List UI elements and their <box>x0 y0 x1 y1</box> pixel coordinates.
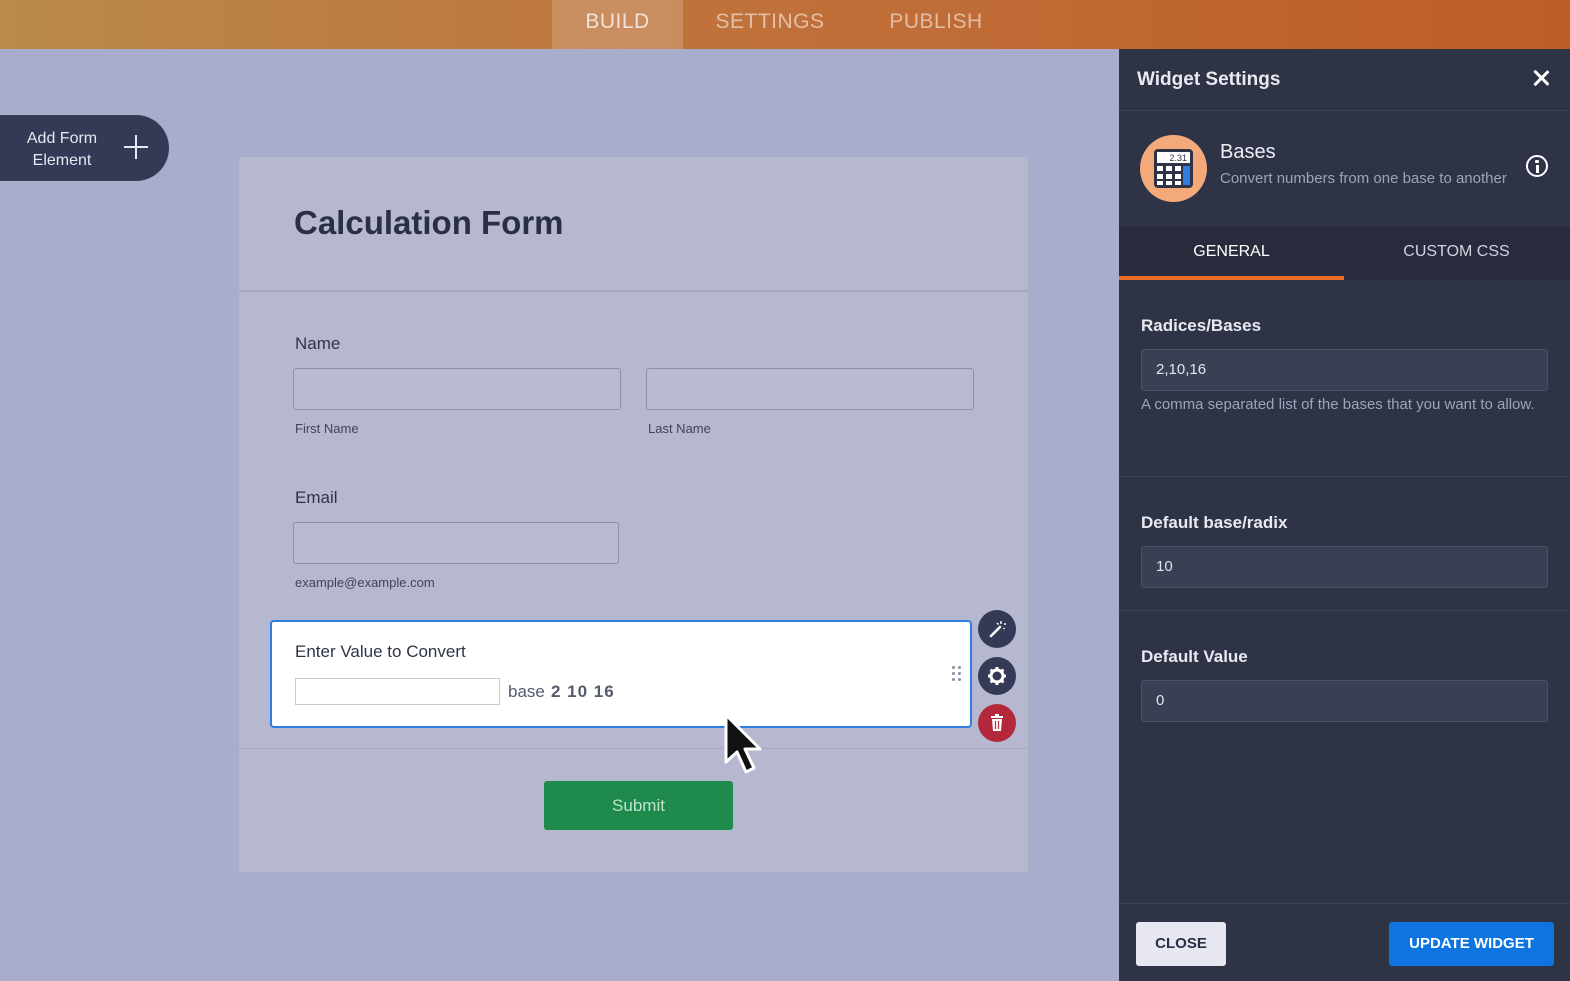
widget-question-label[interactable]: Enter Value to Convert <box>295 642 466 662</box>
first-name-input[interactable] <box>293 368 621 410</box>
delete-field-button[interactable] <box>978 704 1016 742</box>
gear-icon <box>988 667 1006 685</box>
close-icon[interactable] <box>1530 67 1552 89</box>
tab-publish[interactable]: PUBLISH <box>876 0 996 49</box>
tab-settings[interactable]: SETTINGS <box>700 0 840 49</box>
drag-handle-icon[interactable] <box>952 666 962 682</box>
convert-value-input[interactable] <box>295 678 500 705</box>
panel-header: Widget Settings <box>1119 49 1570 111</box>
widget-name: Bases <box>1220 141 1276 163</box>
calculator-icon: 2.31 <box>1140 135 1207 202</box>
add-form-element-label: Add Form Element <box>26 130 98 169</box>
tab-general[interactable]: GENERAL <box>1119 227 1344 280</box>
radices-input[interactable]: 2,10,16 <box>1141 349 1548 391</box>
last-name-input[interactable] <box>646 368 974 410</box>
section-divider <box>1119 610 1570 611</box>
default-value-label: Default Value <box>1141 647 1248 666</box>
form-title[interactable]: Calculation Form <box>294 204 564 242</box>
first-name-sublabel: First Name <box>295 421 359 436</box>
field-settings-button[interactable] <box>978 657 1016 695</box>
top-navigation-bar: BUILD SETTINGS PUBLISH <box>0 0 1570 49</box>
email-sublabel: example@example.com <box>295 575 435 590</box>
widget-settings-panel: Widget Settings 2.31 Bases Convert numbe <box>1119 49 1570 981</box>
section-divider <box>1119 476 1570 477</box>
magic-wand-icon <box>989 621 1006 638</box>
update-widget-button[interactable]: UPDATE WIDGET <box>1389 922 1554 966</box>
email-label: Email <box>295 488 338 507</box>
bases-widget-field[interactable]: Enter Value to Convert base 2 10 16 <box>270 620 972 728</box>
name-label: Name <box>295 334 341 353</box>
info-icon[interactable] <box>1526 155 1548 177</box>
submit-button[interactable]: Submit <box>544 781 733 830</box>
panel-footer: CLOSE UPDATE WIDGET <box>1119 903 1570 981</box>
default-base-input[interactable]: 10 <box>1141 546 1548 588</box>
last-name-sublabel: Last Name <box>648 421 711 436</box>
widget-description: Convert numbers from one base to another <box>1220 170 1507 187</box>
magic-wand-button[interactable] <box>978 610 1016 648</box>
base-options[interactable]: 2 10 16 <box>551 682 615 702</box>
add-form-element-button[interactable]: Add Form Element <box>0 115 169 181</box>
panel-title: Widget Settings <box>1137 69 1281 90</box>
radices-label: Radices/Bases <box>1141 316 1262 335</box>
radices-help-text: A comma separated list of the bases that… <box>1141 396 1535 413</box>
plus-icon <box>122 133 150 161</box>
email-field[interactable] <box>293 522 619 564</box>
title-divider <box>239 290 1028 292</box>
close-button[interactable]: CLOSE <box>1136 922 1226 966</box>
tab-custom-css[interactable]: CUSTOM CSS <box>1344 227 1569 280</box>
trash-icon <box>991 714 1003 731</box>
mouse-pointer-icon <box>724 713 762 774</box>
widget-divider <box>239 748 1028 749</box>
panel-tabs: GENERAL CUSTOM CSS <box>1119 227 1570 280</box>
form-card: Calculation Form Name First Name Last Na… <box>239 157 1028 872</box>
tab-build[interactable]: BUILD <box>552 0 683 49</box>
calculator-display-text: 2.31 <box>1169 153 1187 163</box>
base-label: base <box>508 682 545 701</box>
default-base-label: Default base/radix <box>1141 513 1288 532</box>
default-value-input[interactable]: 0 <box>1141 680 1548 722</box>
widget-info: 2.31 Bases Convert numbers from one base… <box>1119 111 1570 227</box>
